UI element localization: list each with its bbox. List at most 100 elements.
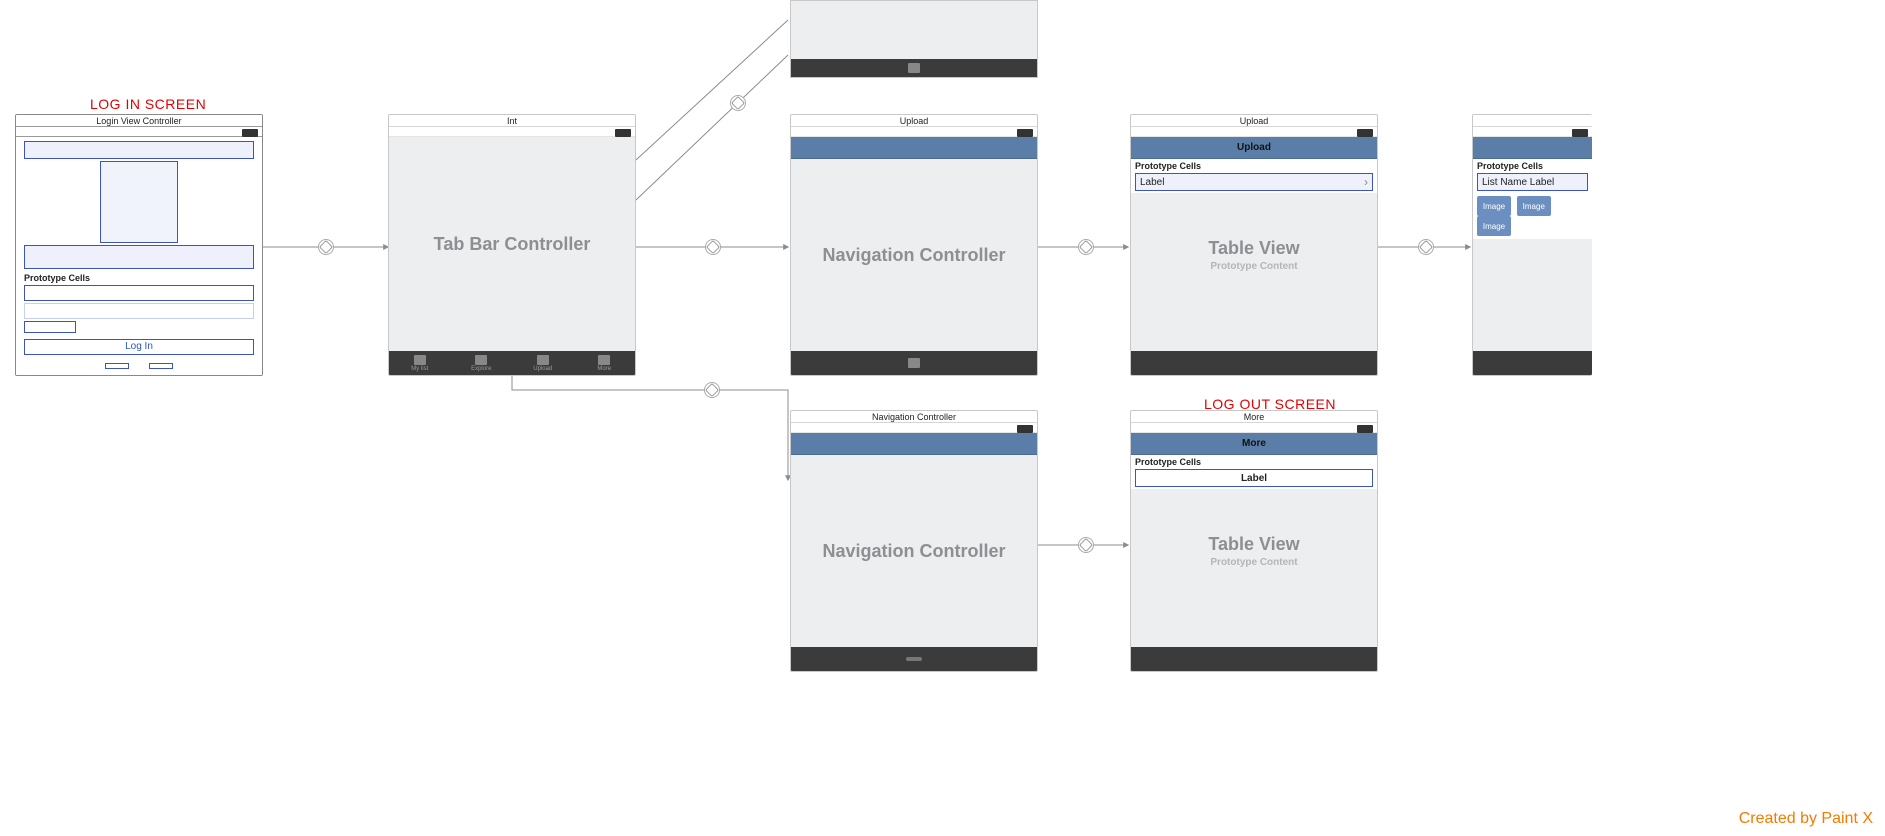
chevron-right-icon: › [1364,175,1368,189]
tab-bar [1473,351,1592,375]
segue-badge [704,382,720,398]
watermark: Created by Paint X [1739,810,1873,828]
tab-item[interactable] [791,647,1037,671]
tab-item[interactable] [791,351,1037,375]
prototype-cells-label: Prototype Cells [1131,159,1377,173]
status-bar [791,423,1037,433]
scene-body: Tab Bar Controller [389,137,635,351]
scene-partial-top[interactable] [790,0,1038,78]
scene-table-more[interactable]: More More Prototype Cells Label Table Vi… [1130,410,1378,672]
prototype-section: Prototype Cells Label › [1131,159,1377,193]
tab-item[interactable]: Explore [451,351,513,375]
annotation-log-in: LOG IN SCREEN [90,96,206,112]
list-icon [414,355,426,365]
tab-label: More [597,366,611,372]
cell-label: List Name Label [1482,177,1554,188]
table-view-label: Table View [1208,534,1299,555]
segue-badge [318,239,334,255]
segue-badge [1418,239,1434,255]
tab-label: Explore [471,366,491,372]
status-bar [16,127,262,137]
image-chip[interactable]: Image [1517,196,1551,216]
scene-title [1473,115,1592,127]
image-chip-row: Image Image Image [1473,193,1592,239]
prototype-cell[interactable]: List Name Label [1477,173,1588,191]
upload-icon [537,355,549,365]
more-icon [598,355,610,365]
login-small-field[interactable] [24,321,76,333]
tab-bar [791,647,1037,671]
prototype-content-label: Prototype Content [1210,261,1297,272]
scene-listname-partial[interactable]: Prototype Cells List Name Label Image Im… [1472,114,1592,376]
image-chip[interactable]: Image [1477,216,1511,236]
scene-title: Login View Controller [16,115,262,127]
upload-icon [908,358,920,368]
scene-body: Prototype Cells Label Table View Prototy… [1131,455,1377,647]
prototype-content-label: Prototype Content [1210,557,1297,568]
image-chip[interactable]: Image [1477,196,1511,216]
scene-body: Navigation Controller [791,159,1037,351]
tab-bar [1131,647,1377,671]
status-bar [791,127,1037,137]
nav-bar: Upload [1131,137,1377,159]
scene-title: More [1131,411,1377,423]
tab-label: Upload [533,366,552,372]
segue-badge [1078,239,1094,255]
tab-bar [791,59,1037,77]
segue-badge [730,95,746,111]
tab-item[interactable]: My list [389,351,451,375]
scene-body: Navigation Controller [791,455,1037,647]
login-cell[interactable] [24,303,254,319]
segue-badge [705,239,721,255]
login-header-box [24,141,254,159]
footer-box [105,363,129,369]
login-footer [16,363,262,373]
nav-bar [791,433,1037,455]
prototype-cells-label: Prototype Cells [24,273,254,283]
log-in-button[interactable]: Log In [24,339,254,355]
tab-item[interactable]: More [574,351,636,375]
nav-bar: More [1131,433,1377,455]
tab-label: My list [411,366,428,372]
footer-box [149,363,173,369]
controller-label: Navigation Controller [822,541,1005,562]
barcode-icon [908,63,920,73]
scene-title: Upload [1131,115,1377,127]
login-body: Prototype Cells Log In [16,137,262,375]
login-wide-box [24,245,254,269]
prototype-cell[interactable]: Label [1135,469,1373,487]
nav-title: More [1242,438,1266,449]
controller-label: Tab Bar Controller [434,234,591,255]
prototype-section: Prototype Cells Label [1131,455,1377,489]
scene-table-upload[interactable]: Upload Upload Prototype Cells Label › Ta… [1130,114,1378,376]
status-bar [1131,127,1377,137]
tab-bar [1131,351,1377,375]
tab-item[interactable]: Upload [512,351,574,375]
status-bar [389,127,635,137]
nav-bar [1473,137,1592,159]
prototype-cell[interactable]: Label › [1135,173,1373,191]
scene-login[interactable]: Login View Controller Prototype Cells Lo… [15,114,263,376]
scene-nav-more[interactable]: Navigation Controller Navigation Control… [790,410,1038,672]
segue-badge [1078,537,1094,553]
barcode-icon [475,355,487,365]
cell-label: Label [1140,177,1164,188]
scene-title: Int [389,115,635,127]
login-cell[interactable] [24,285,254,301]
status-bar [1131,423,1377,433]
scene-body: Prototype Cells Label › Table View Proto… [1131,159,1377,351]
table-view-label: Table View [1208,238,1299,259]
login-hero-box [100,161,178,243]
scene-body [791,1,1037,59]
cell-label: Label [1241,473,1267,484]
prototype-section: Prototype Cells List Name Label Image Im… [1473,159,1592,239]
scene-title: Navigation Controller [791,411,1037,423]
status-bباr [1473,127,1592,137]
scene-body: Prototype Cells List Name Label Image Im… [1473,159,1592,351]
controller-label: Navigation Controller [822,245,1005,266]
prototype-cells-label: Prototype Cells [1473,159,1592,173]
scene-nav-upload[interactable]: Upload Navigation Controller [790,114,1038,376]
prototype-cells-label: Prototype Cells [1131,455,1377,469]
storyboard-canvas: LOG IN SCREEN LOG OUT SCREEN Login View … [0,0,1885,836]
scene-tabbar[interactable]: Int Tab Bar Controller My list Explore U… [388,114,636,376]
